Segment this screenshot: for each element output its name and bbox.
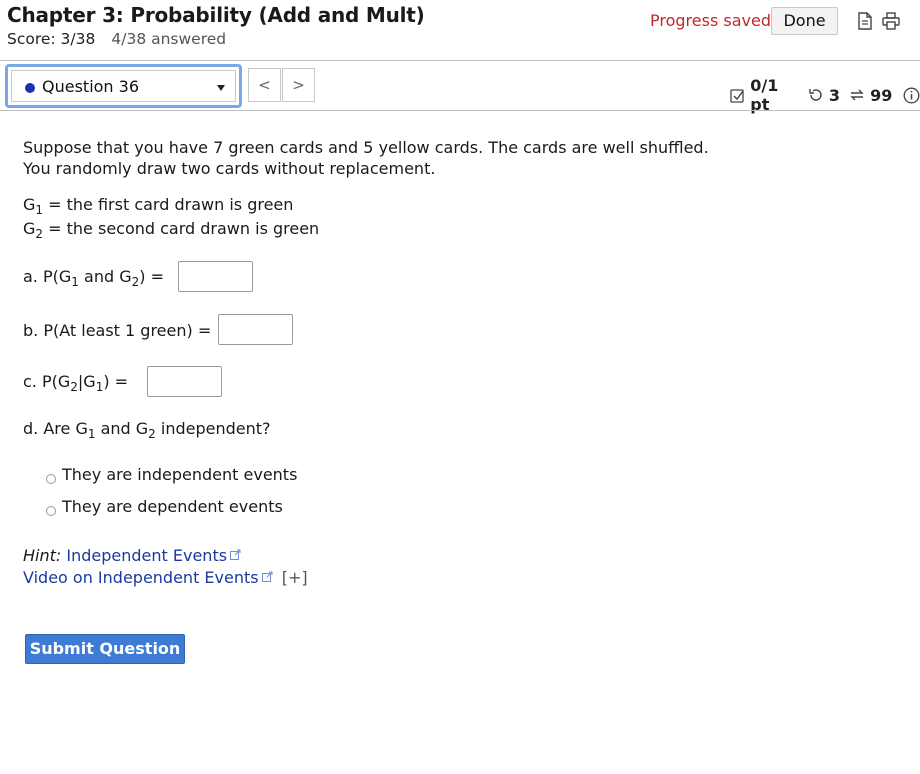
checkbox-icon <box>730 88 745 103</box>
external-link-icon <box>261 567 273 586</box>
part-d-label: d. Are G1 and G2 independent? <box>23 419 271 441</box>
info-icon[interactable] <box>903 87 920 104</box>
part-a-answer-input[interactable] <box>178 261 253 292</box>
score-text: Score: 3/38 <box>7 30 96 48</box>
page-title: Chapter 3: Probability (Add and Mult) <box>7 3 425 27</box>
radio-button[interactable] <box>46 473 56 484</box>
radio-button[interactable] <box>46 505 56 516</box>
points-value: 0/1 pt <box>750 76 779 114</box>
part-b-answer-input[interactable] <box>218 314 293 345</box>
hint-label: Hint: <box>23 546 62 565</box>
question-status: 0/1 pt 3 99 <box>730 76 920 114</box>
attempts-count: 99 <box>870 85 893 105</box>
external-link-icon <box>230 545 241 564</box>
part-b-label: b. P(At least 1 green) = <box>23 321 212 340</box>
score-row: Score: 3/38 4/38 answered <box>7 30 226 48</box>
previous-question-button[interactable]: < <box>248 68 281 102</box>
retry-icon <box>808 87 824 103</box>
print-icon[interactable] <box>881 11 901 31</box>
part-c-answer-input[interactable] <box>147 366 222 397</box>
g2-definition: G2 = the second card drawn is green <box>23 219 320 241</box>
nav-divider <box>0 110 920 111</box>
option-label: They are independent events <box>62 465 298 484</box>
independent-events-link[interactable]: Independent Events <box>66 546 227 565</box>
next-question-button[interactable]: > <box>282 68 315 102</box>
document-icon[interactable] <box>855 11 875 31</box>
question-stem-line: Suppose that you have 7 green cards and … <box>23 138 709 157</box>
progress-saved-status: Progress saved <box>650 11 771 30</box>
option-independent[interactable]: They are independent events <box>46 465 297 484</box>
option-label: They are dependent events <box>62 497 283 516</box>
answered-count: 4/38 answered <box>111 30 227 48</box>
question-stem: Suppose that you have 7 green cards and … <box>23 137 709 179</box>
retries-count: 3 <box>828 85 840 105</box>
hint-row: Hint: Independent Events <box>23 545 241 565</box>
question-selector-box: Question 36 <box>11 70 236 102</box>
g1-definition: G1 = the first card drawn is green <box>23 195 294 217</box>
option-dependent[interactable]: They are dependent events <box>46 497 283 516</box>
question-selector[interactable]: Question 36 <box>5 64 242 108</box>
part-a-label: a. P(G1 and G2) = <box>23 267 164 289</box>
attempts-icon <box>849 87 865 103</box>
question-selector-label: Question 36 <box>42 77 140 96</box>
submit-question-button[interactable]: Submit Question <box>25 634 185 664</box>
part-c-label: c. P(G2|G1) = <box>23 372 129 394</box>
question-stem-line: You randomly draw two cards without repl… <box>23 159 436 178</box>
done-button[interactable]: Done <box>771 7 838 35</box>
chevron-down-icon <box>217 85 225 91</box>
header-divider <box>0 60 920 61</box>
question-status-dot <box>25 83 35 93</box>
video-link[interactable]: Video on Independent Events <box>23 568 259 587</box>
video-row: Video on Independent Events [+] <box>23 567 308 587</box>
expand-video-toggle[interactable]: [+] <box>282 568 308 587</box>
